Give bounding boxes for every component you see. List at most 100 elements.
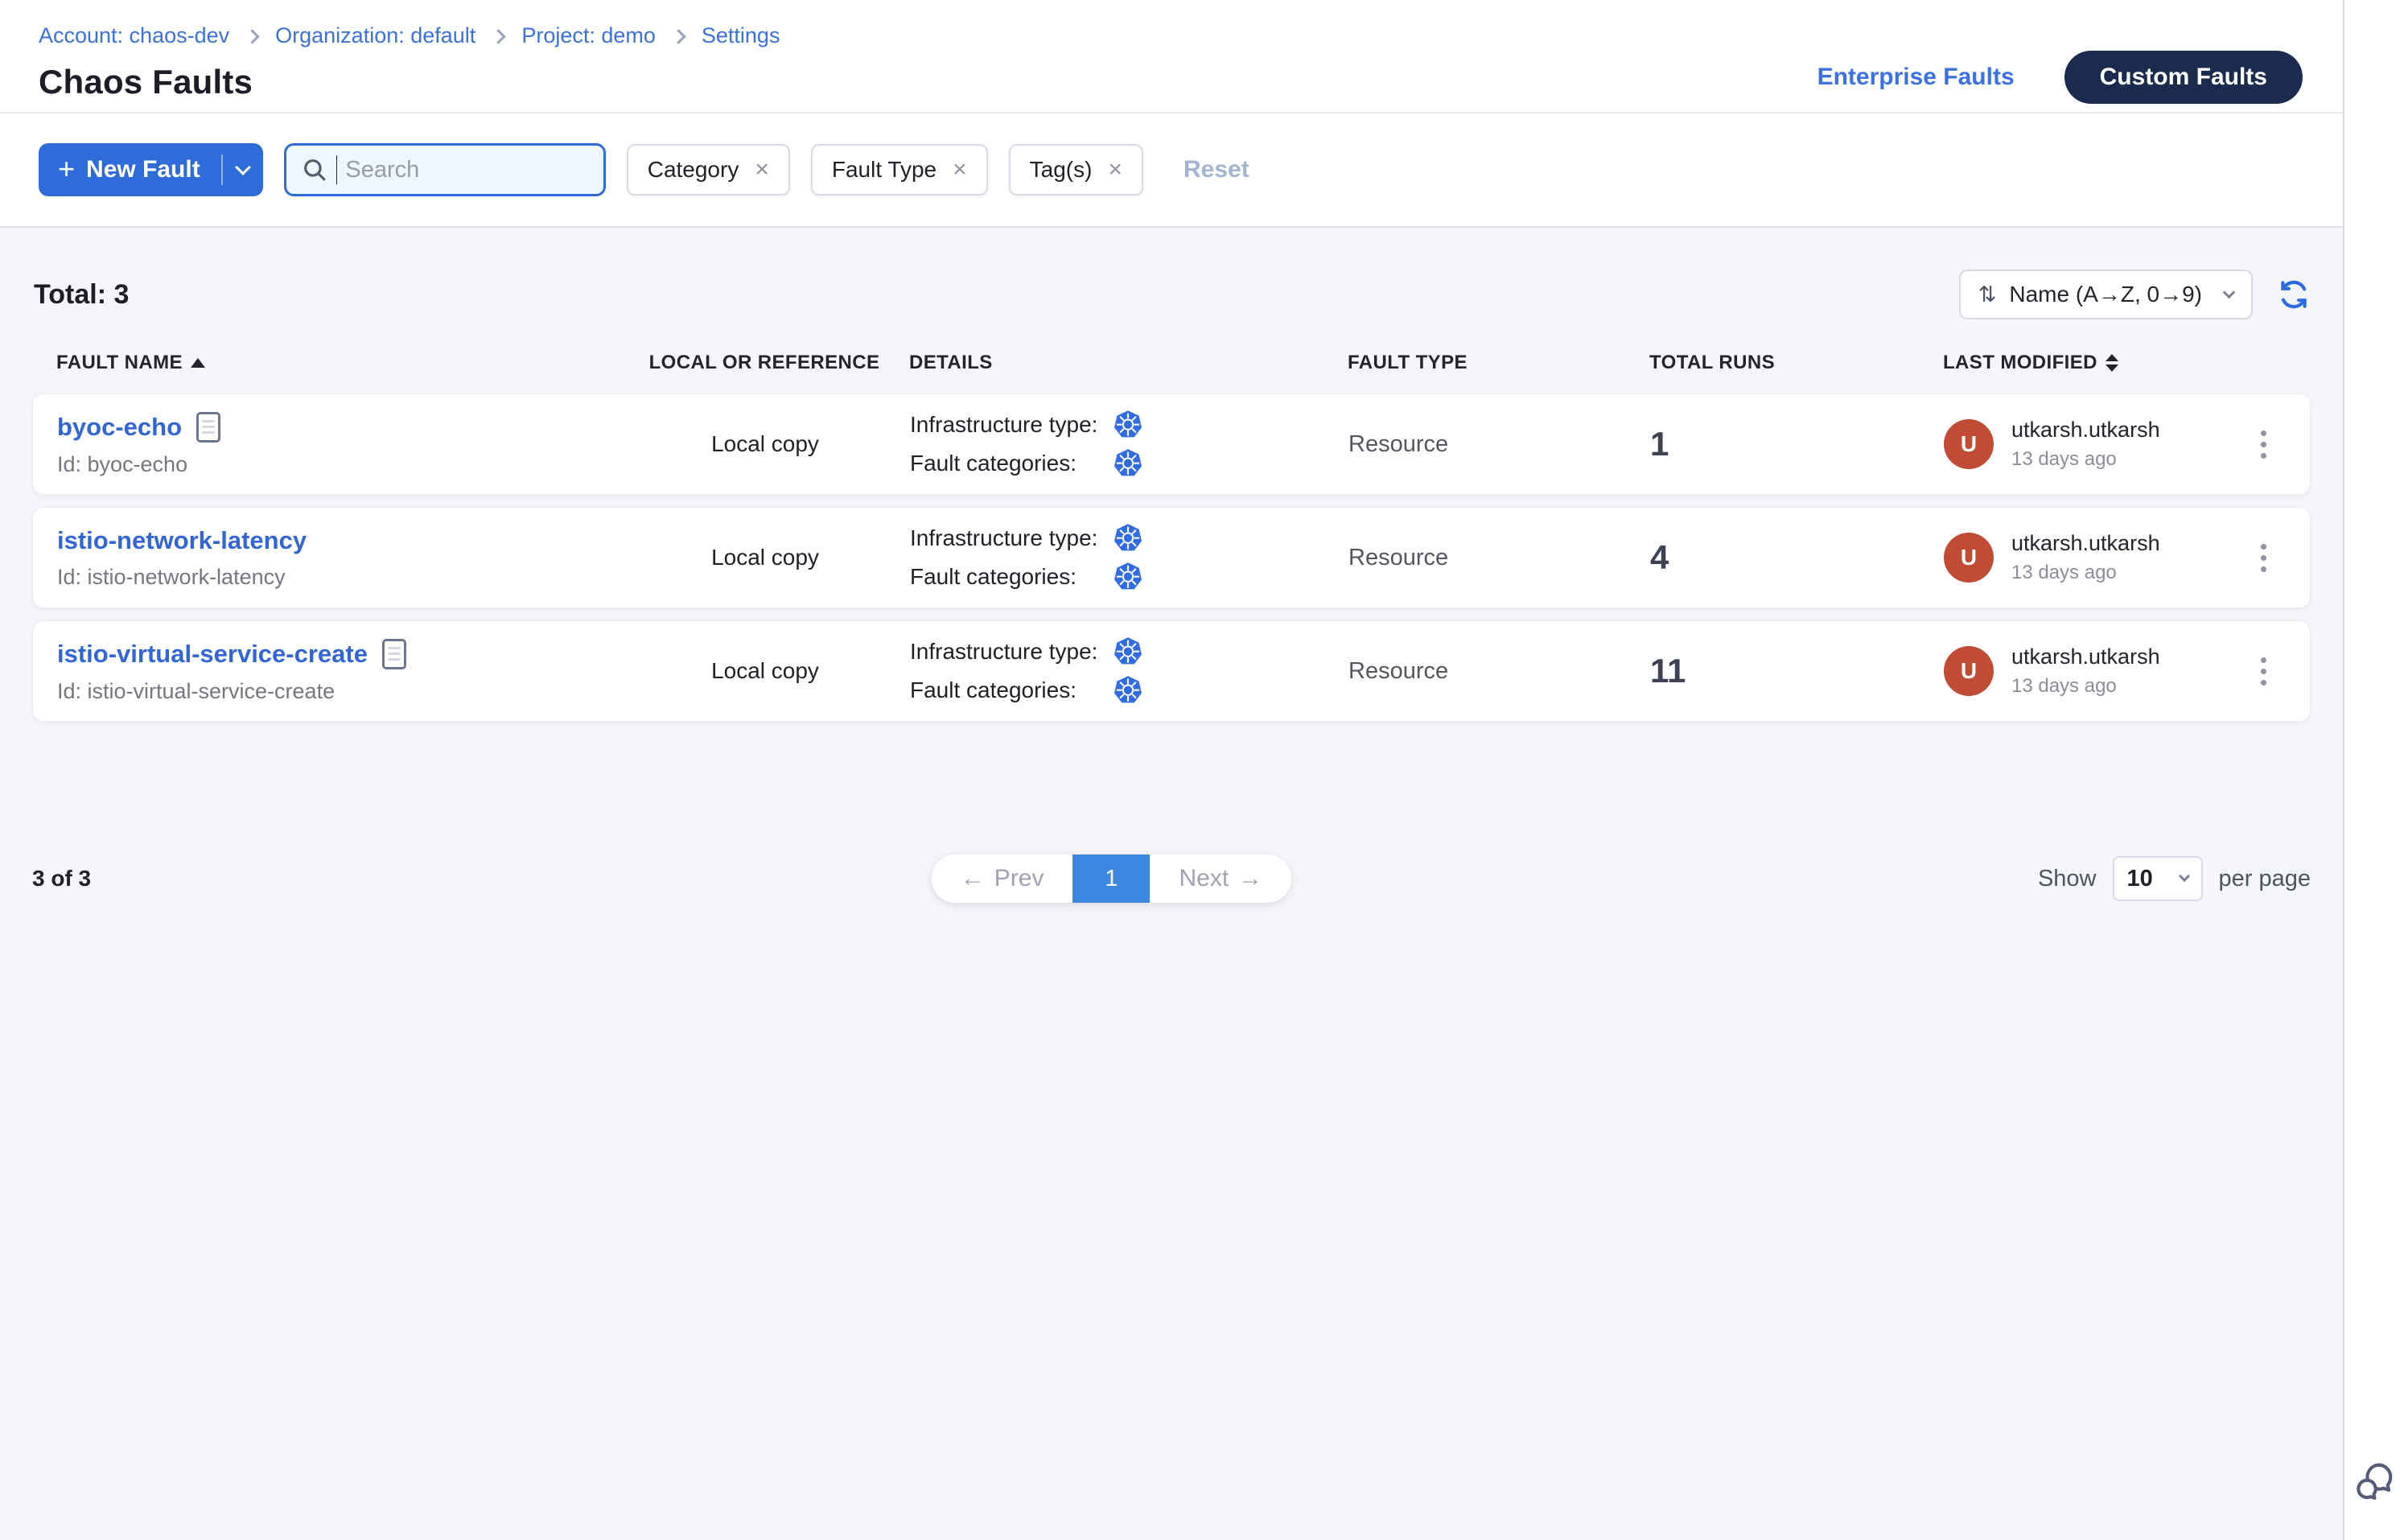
pagination-summary: 3 of 3 xyxy=(32,866,370,891)
column-total-runs: Total Runs xyxy=(1649,352,1943,374)
kubernetes-icon xyxy=(1113,562,1143,592)
infrastructure-type-label: Infrastructure type: xyxy=(910,412,1113,438)
pager-center: ← Prev 1 Next → xyxy=(370,854,1853,903)
filter-fault-type[interactable]: Fault Type × xyxy=(811,144,988,196)
avatar: U xyxy=(1944,419,1994,469)
next-page-button[interactable]: Next → xyxy=(1150,854,1291,903)
page: Account: chaos-dev Organization: default… xyxy=(0,0,2404,1540)
new-fault-dropdown-toggle[interactable] xyxy=(223,143,263,196)
last-modified-cell: U utkarsh.utkarsh 13 days ago xyxy=(1944,531,2241,584)
close-icon[interactable]: × xyxy=(1108,158,1122,182)
fault-type-cell: Resource xyxy=(1348,431,1650,458)
row-menu-cell xyxy=(2241,537,2286,579)
chevron-right-icon xyxy=(671,29,685,43)
kebab-menu-icon[interactable] xyxy=(2254,651,2273,692)
fault-categories-label: Fault categories: xyxy=(910,451,1113,476)
kebab-menu-icon[interactable] xyxy=(2254,537,2273,579)
fault-categories-label: Fault categories: xyxy=(910,564,1113,590)
table-row[interactable]: byoc-echo Id: byoc-echo Local copy Infra… xyxy=(32,393,2311,495)
last-modified-cell: U utkarsh.utkarsh 13 days ago xyxy=(1944,418,2241,471)
search-icon xyxy=(301,156,328,183)
sort-dropdown-value: Name (A→Z, 0→9) xyxy=(2009,282,2202,307)
infrastructure-type-label: Infrastructure type: xyxy=(910,639,1113,665)
column-fault-name[interactable]: Fault Name xyxy=(56,352,620,374)
close-icon[interactable]: × xyxy=(953,158,967,182)
sort-ascending-icon xyxy=(191,358,205,368)
breadcrumb: Account: chaos-dev Organization: default… xyxy=(39,19,780,51)
filter-category[interactable]: Category × xyxy=(627,144,790,196)
modified-time: 13 days ago xyxy=(2011,448,2160,471)
fault-type-cell: Resource xyxy=(1348,545,1650,571)
total-runs-cell: 11 xyxy=(1650,652,1944,690)
fault-name-cell: byoc-echo Id: byoc-echo xyxy=(57,412,620,477)
content-area: Total: 3 ⇅ Name (A→Z, 0→9) xyxy=(0,228,2343,1540)
custom-faults-button[interactable]: Custom Faults xyxy=(2064,51,2303,104)
kubernetes-icon xyxy=(1113,523,1143,554)
refresh-icon xyxy=(2277,278,2311,311)
row-menu-cell xyxy=(2241,651,2286,692)
fault-name-link[interactable]: istio-virtual-service-create xyxy=(57,640,368,669)
total-runs-cell: 4 xyxy=(1650,538,1944,577)
description-icon[interactable] xyxy=(382,639,406,669)
chevron-right-icon xyxy=(245,29,259,43)
sort-dropdown[interactable]: ⇅ Name (A→Z, 0→9) xyxy=(1959,270,2253,319)
column-last-modified[interactable]: Last Modified xyxy=(1943,352,2241,374)
page-size-control: Show 10 per page xyxy=(2038,856,2311,901)
prev-page-button[interactable]: ← Prev xyxy=(932,854,1073,903)
table-row[interactable]: istio-virtual-service-create Id: istio-v… xyxy=(32,620,2311,722)
column-label: Local or Reference xyxy=(649,352,880,374)
details-cell: Infrastructure type: Fault categories: xyxy=(910,410,1348,479)
per-page-label: per page xyxy=(2219,866,2311,892)
show-label: Show xyxy=(2038,866,2097,892)
modified-by: utkarsh.utkarsh xyxy=(2011,644,2160,669)
page-size-dropdown[interactable]: 10 xyxy=(2113,856,2203,901)
infrastructure-type-label: Infrastructure type: xyxy=(910,525,1113,551)
column-details: Details xyxy=(909,352,1348,374)
page-title: Chaos Faults xyxy=(39,63,780,101)
fault-categories-label: Fault categories: xyxy=(910,677,1113,703)
filter-tags-label: Tag(s) xyxy=(1030,157,1093,183)
table-row[interactable]: istio-network-latency Id: istio-network-… xyxy=(32,507,2311,608)
search-box[interactable] xyxy=(284,143,606,196)
filter-tags[interactable]: Tag(s) × xyxy=(1009,144,1143,196)
page-header: Account: chaos-dev Organization: default… xyxy=(0,0,2343,113)
chevron-down-icon xyxy=(235,159,251,175)
fault-list: byoc-echo Id: byoc-echo Local copy Infra… xyxy=(32,393,2311,722)
reset-filters-button[interactable]: Reset xyxy=(1183,156,1249,183)
header-right: Enterprise Faults Custom Faults xyxy=(1817,19,2303,112)
column-label: Details xyxy=(909,352,993,374)
new-fault-button[interactable]: + New Fault xyxy=(39,143,221,196)
details-cell: Infrastructure type: Fault categories: xyxy=(910,636,1348,706)
new-fault-label: New Fault xyxy=(86,156,200,183)
modified-time: 13 days ago xyxy=(2011,562,2160,584)
chevron-right-icon xyxy=(492,29,506,43)
fault-id: Id: byoc-echo xyxy=(57,452,620,477)
breadcrumb-account[interactable]: Account: chaos-dev xyxy=(39,23,229,48)
fault-name-link[interactable]: istio-network-latency xyxy=(57,526,307,555)
fault-name-link[interactable]: byoc-echo xyxy=(57,413,182,442)
help-chat-button[interactable] xyxy=(2351,1459,2398,1508)
kubernetes-icon xyxy=(1113,636,1143,667)
toolbar: + New Fault Category × xyxy=(0,113,2343,228)
avatar: U xyxy=(1944,646,1994,696)
search-input[interactable] xyxy=(345,157,588,183)
breadcrumb-organization[interactable]: Organization: default xyxy=(275,23,475,48)
new-fault-split-button[interactable]: + New Fault xyxy=(39,143,263,196)
breadcrumb-settings[interactable]: Settings xyxy=(702,23,780,48)
text-caret xyxy=(336,155,338,184)
pagination-bar: 3 of 3 ← Prev 1 Next → xyxy=(32,854,2311,903)
next-label: Next xyxy=(1179,865,1229,892)
last-modified-cell: U utkarsh.utkarsh 13 days ago xyxy=(1944,644,2241,698)
kubernetes-icon xyxy=(1113,675,1143,706)
refresh-button[interactable] xyxy=(2277,278,2311,311)
page-1-button[interactable]: 1 xyxy=(1072,854,1150,903)
total-count: Total: 3 xyxy=(34,279,129,311)
breadcrumb-project[interactable]: Project: demo xyxy=(521,23,656,48)
close-icon[interactable]: × xyxy=(755,158,769,182)
column-fault-type: Fault Type xyxy=(1348,352,1649,374)
kebab-menu-icon[interactable] xyxy=(2254,424,2273,465)
enterprise-faults-link[interactable]: Enterprise Faults xyxy=(1817,64,2015,91)
arrow-left-icon: ← xyxy=(961,865,985,892)
description-icon[interactable] xyxy=(196,412,220,443)
filter-fault-type-label: Fault Type xyxy=(832,157,936,183)
